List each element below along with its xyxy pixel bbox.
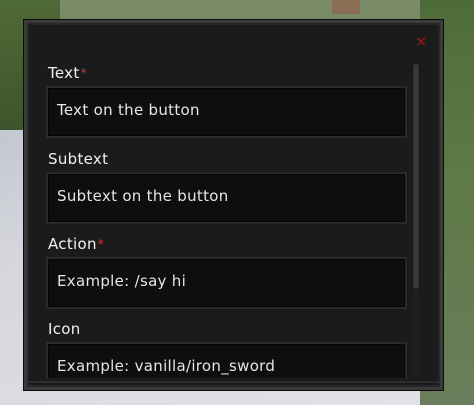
subtext-field[interactable]: Subtext on the button [46, 172, 407, 224]
action-field[interactable]: Example: /say hi [46, 257, 407, 309]
subtext-field-value: Subtext on the button [57, 187, 229, 205]
required-marker: * [80, 66, 87, 80]
action-field-placeholder: Example: /say hi [57, 272, 187, 290]
icon-field[interactable]: Example: vanilla/iron_sword [46, 342, 407, 378]
close-icon[interactable]: ✕ [414, 35, 428, 50]
icon-field-placeholder: Example: vanilla/iron_sword [57, 357, 276, 375]
text-field-label: Text* [48, 64, 87, 82]
required-marker: * [97, 237, 105, 251]
icon-field-label: Icon [48, 320, 81, 338]
terrain-block [332, 0, 360, 14]
subtext-field-label: Subtext [48, 150, 109, 168]
form-list[interactable]: Text* Text on the button Subtext Subtext… [40, 62, 410, 378]
text-field-value: Text on the button [57, 101, 200, 119]
dialog-bottom-edge [28, 381, 440, 383]
scrollbar-thumb[interactable] [413, 64, 419, 289]
text-field[interactable]: Text on the button [46, 86, 407, 138]
action-field-label: Action* [48, 235, 105, 253]
